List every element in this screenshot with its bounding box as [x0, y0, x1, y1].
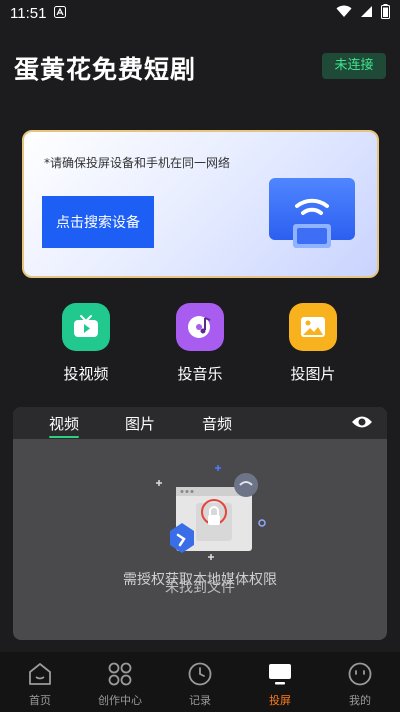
- nav-item-home[interactable]: 首页: [5, 660, 75, 708]
- cast-video-button[interactable]: 投视频: [41, 303, 131, 384]
- nav-label-create-center: 创作中心: [98, 694, 142, 707]
- app-title: 蛋黄花免费短剧: [14, 55, 197, 84]
- home-icon: [5, 660, 75, 688]
- nav-label-profile: 我的: [349, 694, 371, 707]
- nav-label-screen-cast: 投屏: [269, 694, 291, 707]
- cast-card: *请确保投屏设备和手机在同一网络 点击搜索设备: [22, 130, 379, 278]
- nav-label-history: 记录: [189, 694, 211, 707]
- notification-a-icon: [54, 5, 67, 21]
- create-center-icon: [85, 660, 155, 688]
- bottom-nav: 首页 创作中心 记录 投屏 我的: [0, 652, 400, 712]
- music-disc-icon: [176, 303, 224, 351]
- wifi-icon: [336, 5, 352, 22]
- cast-image-button[interactable]: 投图片: [268, 303, 358, 384]
- tab-image[interactable]: 图片: [125, 413, 155, 434]
- cast-music-label: 投音乐: [177, 365, 223, 383]
- battery-icon: [381, 3, 390, 23]
- screen-cast-icon: [245, 660, 315, 688]
- signal-icon: [360, 5, 373, 22]
- nav-item-create-center[interactable]: 创作中心: [85, 660, 155, 708]
- connection-status-button[interactable]: 未连接: [322, 53, 386, 79]
- cast-music-button[interactable]: 投音乐: [155, 303, 245, 384]
- status-bar: 11:51: [0, 0, 400, 26]
- history-icon: [165, 660, 235, 688]
- nav-item-profile[interactable]: 我的: [325, 660, 395, 708]
- profile-icon: [325, 660, 395, 688]
- wireless-screen-icon: [269, 176, 359, 254]
- empty-state-illustration: [148, 459, 268, 573]
- empty-text: 未找到文件: [165, 580, 235, 596]
- eye-icon[interactable]: [351, 414, 373, 434]
- tab-audio[interactable]: 音频: [202, 413, 232, 434]
- nav-item-screen-cast[interactable]: 投屏: [245, 660, 315, 708]
- tab-video[interactable]: 视频: [49, 413, 79, 434]
- cast-video-label: 投视频: [63, 365, 109, 383]
- media-tabs: 视频 图片 音频: [13, 407, 387, 439]
- status-time: 11:51: [10, 4, 47, 22]
- search-device-button[interactable]: 点击搜索设备: [42, 196, 154, 248]
- cast-image-label: 投图片: [290, 365, 336, 383]
- nav-item-history[interactable]: 记录: [165, 660, 235, 708]
- nav-label-home: 首页: [29, 694, 51, 707]
- tv-icon: [62, 303, 110, 351]
- image-icon: [289, 303, 337, 351]
- network-hint: *请确保投屏设备和手机在同一网络: [44, 156, 231, 170]
- active-tab-indicator: [49, 436, 79, 438]
- media-panel: 视频 图片 音频 需授权获取本地媒体权限 未找到文件: [13, 407, 387, 640]
